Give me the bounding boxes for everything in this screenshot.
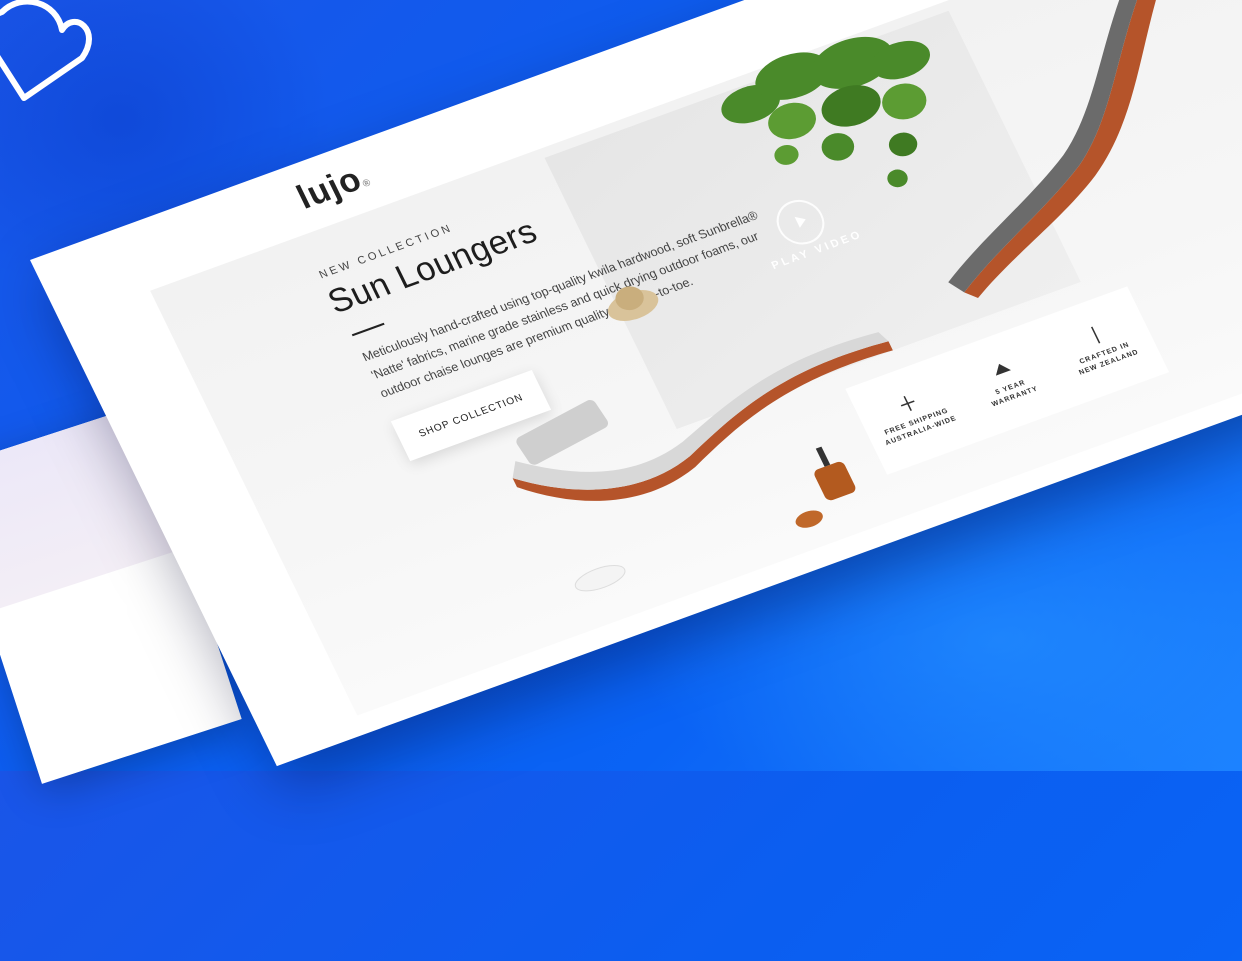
feature-crafted: CRAFTED IN NEW ZEALAND [1049,310,1154,382]
site-logo[interactable]: lujo® [291,157,377,217]
shipping-icon [900,395,915,411]
heart-icon [0,0,92,101]
feature-shipping: FREE SHIPPING AUSTRALIA-WIDE [861,379,966,451]
logo-text: lujo [290,160,369,217]
warranty-icon [995,363,1011,376]
feature-warranty: 5 YEAR WARRANTY [955,344,1060,416]
crafted-icon [1090,326,1101,343]
website-mockup: lujo® NEW COLLECTION Sun Loungers Meticu… [20,0,1242,961]
